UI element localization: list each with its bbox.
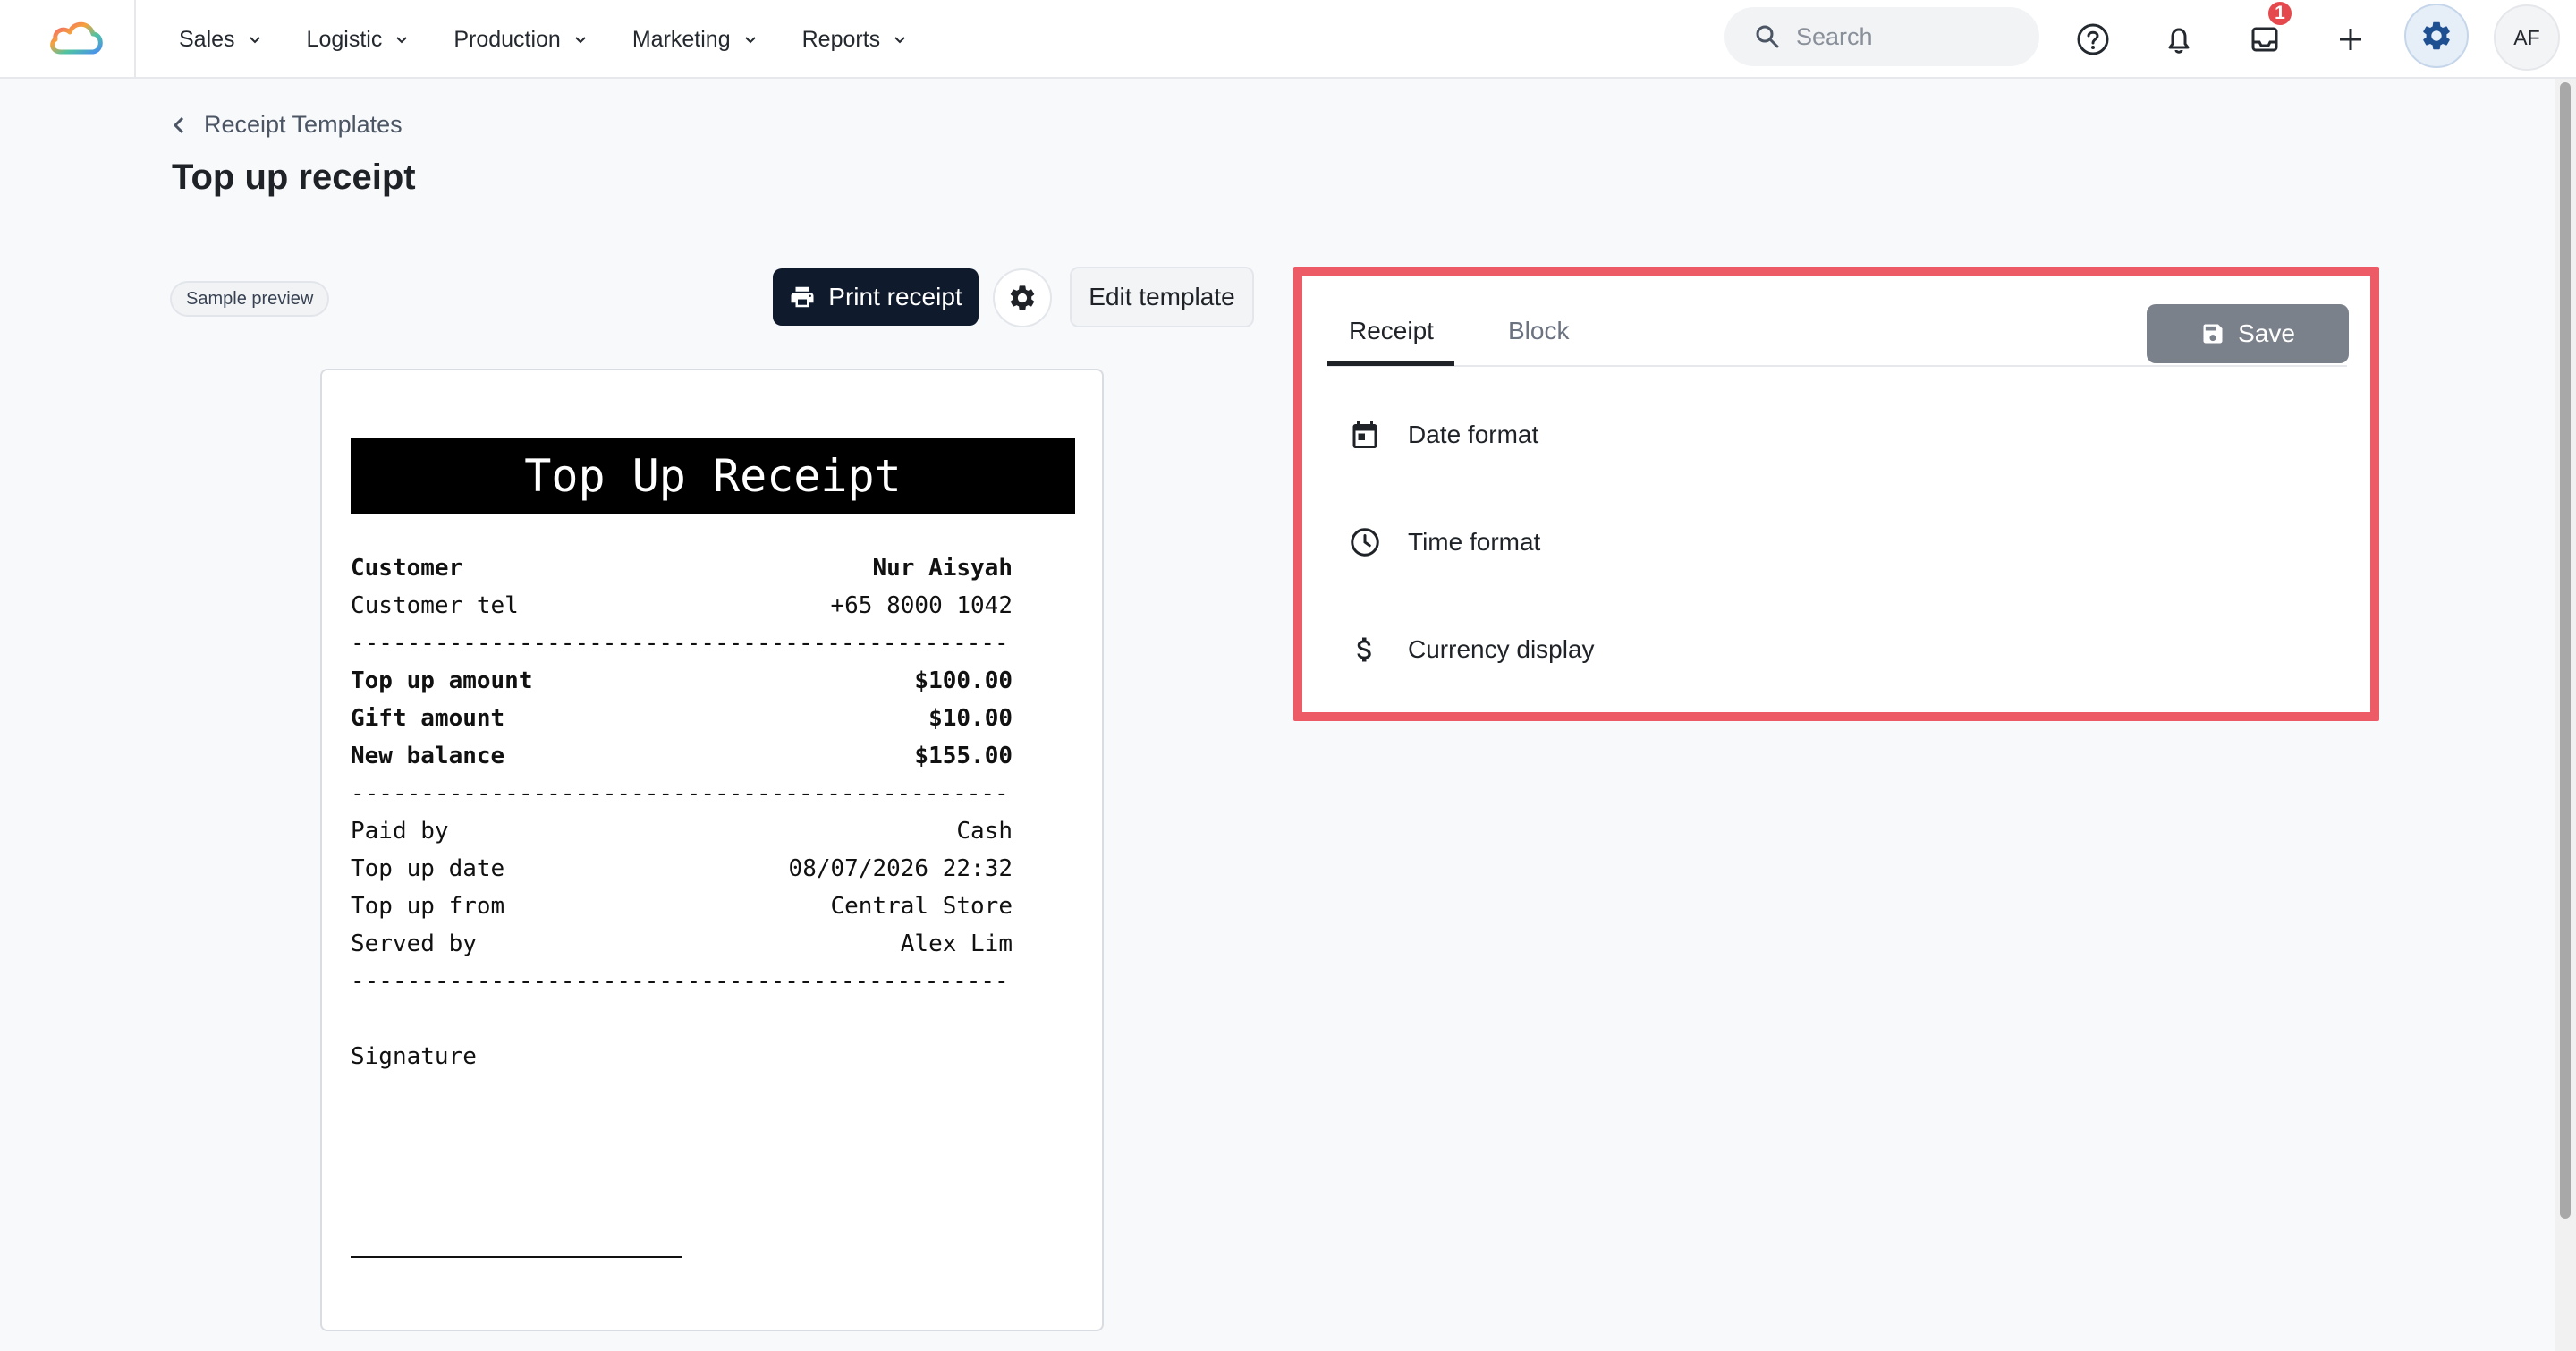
receipt-row-value: Cash: [956, 818, 1013, 845]
receipt-row-value: $155.00: [914, 743, 1013, 769]
chevron-down-icon: [575, 37, 586, 44]
nav-divider: [134, 0, 136, 79]
receipt-separator: ----------------------------------------…: [351, 630, 1009, 657]
gear-icon: [1010, 285, 1035, 310]
receipt-row-label: New balance: [351, 743, 505, 769]
inbox-badge: 1: [2267, 0, 2293, 27]
receipt-row-value: 08/07/2026 22:32: [788, 855, 1013, 882]
add-button[interactable]: [2324, 13, 2377, 66]
page-title: Top up receipt: [172, 157, 416, 197]
receipt-row-value: Alex Lim: [900, 930, 1013, 957]
search-icon: [1756, 25, 1779, 48]
app-logo-icon[interactable]: [47, 13, 106, 63]
chevron-down-icon: [744, 37, 756, 44]
setting-row-date-format[interactable]: Date format: [1347, 408, 2331, 462]
chevron-down-icon: [894, 37, 905, 44]
signature-line: [351, 1256, 682, 1258]
signature-label: Signature: [351, 1043, 477, 1070]
receipt-preview: Top Up Receipt Customer Nur Aisyah Custo…: [320, 369, 1104, 1331]
search-input[interactable]: [1796, 22, 2020, 51]
floppy-disk-icon: [2203, 324, 2223, 344]
setting-row-label: Date format: [1408, 421, 1539, 448]
menu-item-marketing[interactable]: Marketing: [632, 27, 758, 53]
inbox-button[interactable]: 1: [2238, 0, 2293, 66]
main-menu: Sales Logistic Production Marketing Repo…: [179, 0, 952, 79]
menu-item-sales[interactable]: Sales: [179, 27, 262, 53]
receipt-separator: ----------------------------------------…: [351, 968, 1009, 995]
search-box: [1724, 7, 2039, 66]
settings-panel: Receipt Block Save Date format Time form…: [1302, 276, 2370, 712]
receipt-row-label: Served by: [351, 930, 477, 957]
receipt-row-value: $10.00: [928, 705, 1013, 732]
receipt-row-label: Top up amount: [351, 667, 533, 694]
receipt-row-value: +65 8000 1042: [830, 592, 1013, 619]
receipt-row-label: Top up date: [351, 855, 505, 882]
setting-row-label: Time format: [1408, 528, 1541, 556]
receipt-header: Top Up Receipt: [351, 438, 1075, 514]
inbox-icon: [2251, 27, 2278, 52]
plus-icon: [2340, 29, 2361, 50]
save-label: Save: [2238, 319, 2295, 347]
calendar-icon: [1347, 417, 1383, 453]
print-receipt-button[interactable]: Print receipt: [773, 268, 979, 326]
print-receipt-label: Print receipt: [828, 283, 962, 310]
receipt-row-label: Gift amount: [351, 705, 505, 732]
help-button[interactable]: [2066, 13, 2120, 66]
top-navigation-bar: Sales Logistic Production Marketing Repo…: [0, 0, 2576, 79]
setting-row-currency-display[interactable]: Currency display: [1347, 623, 2331, 676]
setting-row-label: Currency display: [1408, 635, 1595, 663]
receipt-row-label: Top up from: [351, 893, 505, 920]
clock-icon: [1347, 524, 1383, 560]
tab-receipt[interactable]: Receipt: [1349, 317, 1434, 345]
menu-item-reports[interactable]: Reports: [802, 27, 908, 53]
receipt-row-value: Central Store: [830, 893, 1013, 920]
receipt-signature: Signature: [351, 1041, 1013, 1072]
receipt-row-label: Paid by: [351, 818, 449, 845]
scrollbar-thumb[interactable]: [2560, 82, 2571, 1219]
chevron-down-icon: [249, 37, 260, 44]
edit-template-button[interactable]: Edit template: [1070, 267, 1254, 327]
receipt-row-gift-amount: Gift amount $10.00: [351, 703, 1013, 734]
breadcrumb-label: Receipt Templates: [204, 111, 402, 138]
receipt-row-top-up-date: Top up date 08/07/2026 22:32: [351, 854, 1013, 884]
menu-item-label: Production: [453, 26, 561, 52]
receipt-row-top-up-from: Top up from Central Store: [351, 891, 1013, 922]
receipt-row-paid-by: Paid by Cash: [351, 816, 1013, 846]
page-scrollbar[interactable]: [2555, 79, 2576, 1351]
tab-block[interactable]: Block: [1508, 317, 1569, 345]
user-avatar[interactable]: AF: [2494, 4, 2560, 71]
receipt-separator: ----------------------------------------…: [351, 780, 1009, 807]
dollar-icon: [1347, 632, 1383, 667]
menu-item-logistic[interactable]: Logistic: [307, 27, 410, 53]
chevron-left-icon: [173, 116, 184, 133]
menu-item-label: Sales: [179, 26, 235, 52]
chevron-down-icon: [396, 37, 408, 44]
menu-item-label: Logistic: [306, 26, 383, 52]
receipt-row-top-up-amount: Top up amount $100.00: [351, 666, 1013, 696]
setting-row-time-format[interactable]: Time format: [1347, 515, 2331, 569]
menu-item-label: Reports: [801, 26, 881, 52]
breadcrumb-back-link[interactable]: Receipt Templates: [172, 111, 402, 139]
gear-icon: [2423, 21, 2450, 50]
menu-item-production[interactable]: Production: [453, 27, 588, 53]
preview-settings-button[interactable]: [993, 268, 1052, 327]
save-button[interactable]: Save: [2147, 304, 2349, 363]
sample-preview-chip: Sample preview: [170, 281, 330, 317]
menu-item-label: Marketing: [631, 26, 731, 52]
settings-button[interactable]: [2404, 4, 2469, 68]
receipt-row-value: $100.00: [914, 667, 1013, 694]
receipt-row-new-balance: New balance $155.00: [351, 741, 1013, 771]
receipt-row-served-by: Served by Alex Lim: [351, 929, 1013, 959]
printer-icon: [791, 286, 814, 308]
notifications-button[interactable]: [2152, 13, 2206, 66]
bell-icon: [2168, 28, 2190, 54]
active-tab-indicator: [1327, 361, 1454, 366]
receipt-row-label: Customer: [351, 555, 463, 582]
help-icon: [2077, 23, 2109, 55]
receipt-row-label: Customer tel: [351, 592, 519, 619]
receipt-row-customer-tel: Customer tel +65 8000 1042: [351, 591, 1013, 621]
receipt-row-value: Nur Aisyah: [872, 555, 1013, 582]
receipt-row-customer: Customer Nur Aisyah: [351, 553, 1013, 583]
